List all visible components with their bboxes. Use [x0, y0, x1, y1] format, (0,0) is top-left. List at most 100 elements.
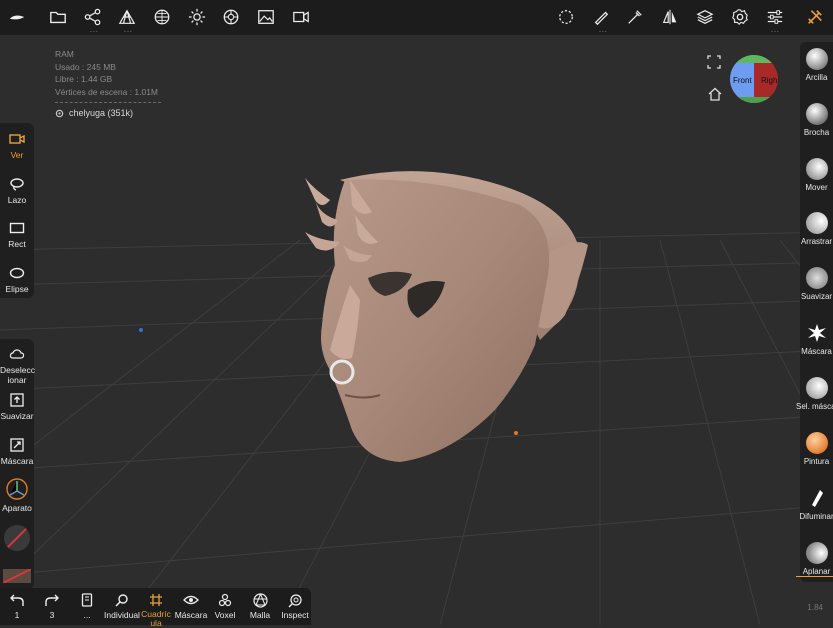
- top-toolbar: ... ... ... ...: [0, 0, 833, 35]
- rectangle-icon: [0, 219, 34, 237]
- mask-brush-icon: [805, 322, 828, 344]
- brush-sel-mascara[interactable]: Sel. máscara: [796, 377, 833, 412]
- settings-icon[interactable]: [729, 6, 751, 28]
- ram-used: Usado : 245 MB: [55, 61, 116, 72]
- history-label: ...: [83, 610, 91, 620]
- clay-brush-icon: [805, 48, 828, 70]
- action-mask[interactable]: Máscara: [0, 436, 34, 466]
- tool-ver[interactable]: Ver: [0, 130, 34, 160]
- image-icon[interactable]: [255, 6, 277, 28]
- mask-visibility-label: Máscara: [174, 610, 208, 620]
- smooth-upload-icon: [0, 391, 34, 409]
- tool-rect[interactable]: Rect: [0, 219, 34, 249]
- undo-count: 1: [14, 610, 20, 620]
- standard-brush-icon: [805, 103, 828, 125]
- paint-brush-icon: [805, 432, 828, 454]
- grid-label: Cuadríc ula: [141, 609, 171, 628]
- brush-mascara[interactable]: Máscara: [800, 322, 833, 356]
- sculpted-face-mesh: [305, 171, 588, 463]
- tool-label: Lazo: [7, 195, 27, 205]
- folder-icon[interactable]: [47, 6, 69, 28]
- topology-icon[interactable]: [116, 6, 138, 28]
- inspect-label: Inspect: [281, 610, 309, 620]
- view-cube[interactable]: Front Righ: [730, 55, 778, 103]
- brush-label: Sel. máscara: [796, 402, 833, 411]
- action-smooth[interactable]: Suavizar: [0, 391, 34, 421]
- view-cube-right-label: Righ: [761, 76, 778, 85]
- individual-button[interactable]: Individual: [104, 592, 140, 620]
- redo-button[interactable]: 3: [42, 592, 62, 620]
- layers-icon[interactable]: [694, 6, 716, 28]
- tools-icon[interactable]: [804, 6, 826, 28]
- grid-icon: [141, 592, 171, 608]
- light-icon[interactable]: [186, 6, 208, 28]
- ellipse-icon: [0, 264, 34, 282]
- brush-suavizar[interactable]: Suavizar: [800, 267, 833, 301]
- smudge-brush-icon: [805, 487, 828, 509]
- tool-label: Ver: [10, 150, 24, 160]
- video-camera-icon[interactable]: [290, 6, 312, 28]
- brush-label: Aplanar: [796, 567, 833, 577]
- brush-arcilla[interactable]: Arcilla: [800, 48, 833, 82]
- brush-label: Máscara: [801, 347, 832, 356]
- ram-label: RAM: [55, 49, 74, 59]
- brush-arrastrar[interactable]: Arrastrar: [800, 212, 833, 246]
- tool-elipse[interactable]: Elipse: [0, 264, 34, 294]
- home-icon[interactable]: [708, 87, 722, 106]
- grid-button[interactable]: Cuadríc ula: [141, 592, 171, 628]
- mesh-icon: [247, 592, 273, 608]
- brush-label: Brocha: [803, 128, 830, 137]
- brush-icon[interactable]: [590, 6, 612, 28]
- inspect-icon: [280, 592, 310, 608]
- sliders-icon[interactable]: [764, 6, 786, 28]
- individual-label: Individual: [104, 610, 140, 620]
- phone-icon: [77, 592, 97, 608]
- mesh-visibility-icon[interactable]: [55, 109, 64, 118]
- tool-lazo[interactable]: Lazo: [0, 175, 34, 205]
- axis-marker-orange: [514, 431, 518, 435]
- voxel-button[interactable]: Voxel: [212, 592, 238, 620]
- mesh-button[interactable]: Malla: [247, 592, 273, 620]
- action-label: Deselecc ionar: [0, 365, 35, 385]
- undo-button[interactable]: 1: [7, 592, 27, 620]
- ram-free: Libre : 1.44 GB: [55, 74, 113, 84]
- action-deselect[interactable]: Deselecc ionar: [0, 345, 35, 385]
- smooth-brush-icon: [805, 267, 828, 289]
- voxel-label: Voxel: [214, 610, 236, 620]
- version-label: 1.84: [807, 603, 823, 612]
- mask-square-icon: [0, 436, 34, 454]
- material-swatch[interactable]: [2, 568, 32, 584]
- select-dashed-circle-icon[interactable]: [555, 6, 577, 28]
- scene-graph-icon[interactable]: [82, 6, 104, 28]
- axis-marker-blue: [139, 328, 143, 332]
- camera-icon: [0, 130, 34, 148]
- brush-brocha[interactable]: Brocha: [800, 103, 833, 137]
- fullscreen-icon[interactable]: [707, 55, 721, 74]
- symmetry-icon[interactable]: [659, 6, 681, 28]
- flatten-brush-icon: [805, 542, 828, 564]
- stats-divider: [55, 102, 161, 103]
- mesh-item[interactable]: chelyuga (351k): [55, 107, 161, 120]
- brush-pintura[interactable]: Pintura: [800, 432, 833, 466]
- scene-vertices: Vértices de escena : 1.01M: [55, 86, 159, 97]
- cloud-icon: [0, 345, 34, 363]
- brush-mover[interactable]: Mover: [800, 158, 833, 192]
- action-gizmo[interactable]: Aparato: [0, 477, 34, 513]
- brush-radius-swatch[interactable]: [4, 525, 30, 551]
- brush-aplanar[interactable]: Aplanar: [796, 542, 833, 577]
- history-button[interactable]: ...: [77, 592, 97, 620]
- mask-visibility-button[interactable]: Máscara: [173, 592, 209, 620]
- action-label: Suavizar: [0, 411, 34, 421]
- search-icon: [104, 592, 140, 608]
- drag-brush-icon: [805, 212, 828, 234]
- sphere-grid-icon[interactable]: [151, 6, 173, 28]
- inspect-button[interactable]: Inspect: [280, 592, 310, 620]
- brush-label: Arcilla: [805, 73, 828, 82]
- eye-icon: [173, 592, 209, 608]
- stroke-icon[interactable]: [624, 6, 646, 28]
- redo-icon: [42, 592, 62, 608]
- logo-icon[interactable]: [6, 6, 28, 28]
- brush-difuminar[interactable]: Difuminar: [799, 487, 833, 521]
- tool-label: Elipse: [5, 284, 29, 294]
- material-icon[interactable]: [220, 6, 242, 28]
